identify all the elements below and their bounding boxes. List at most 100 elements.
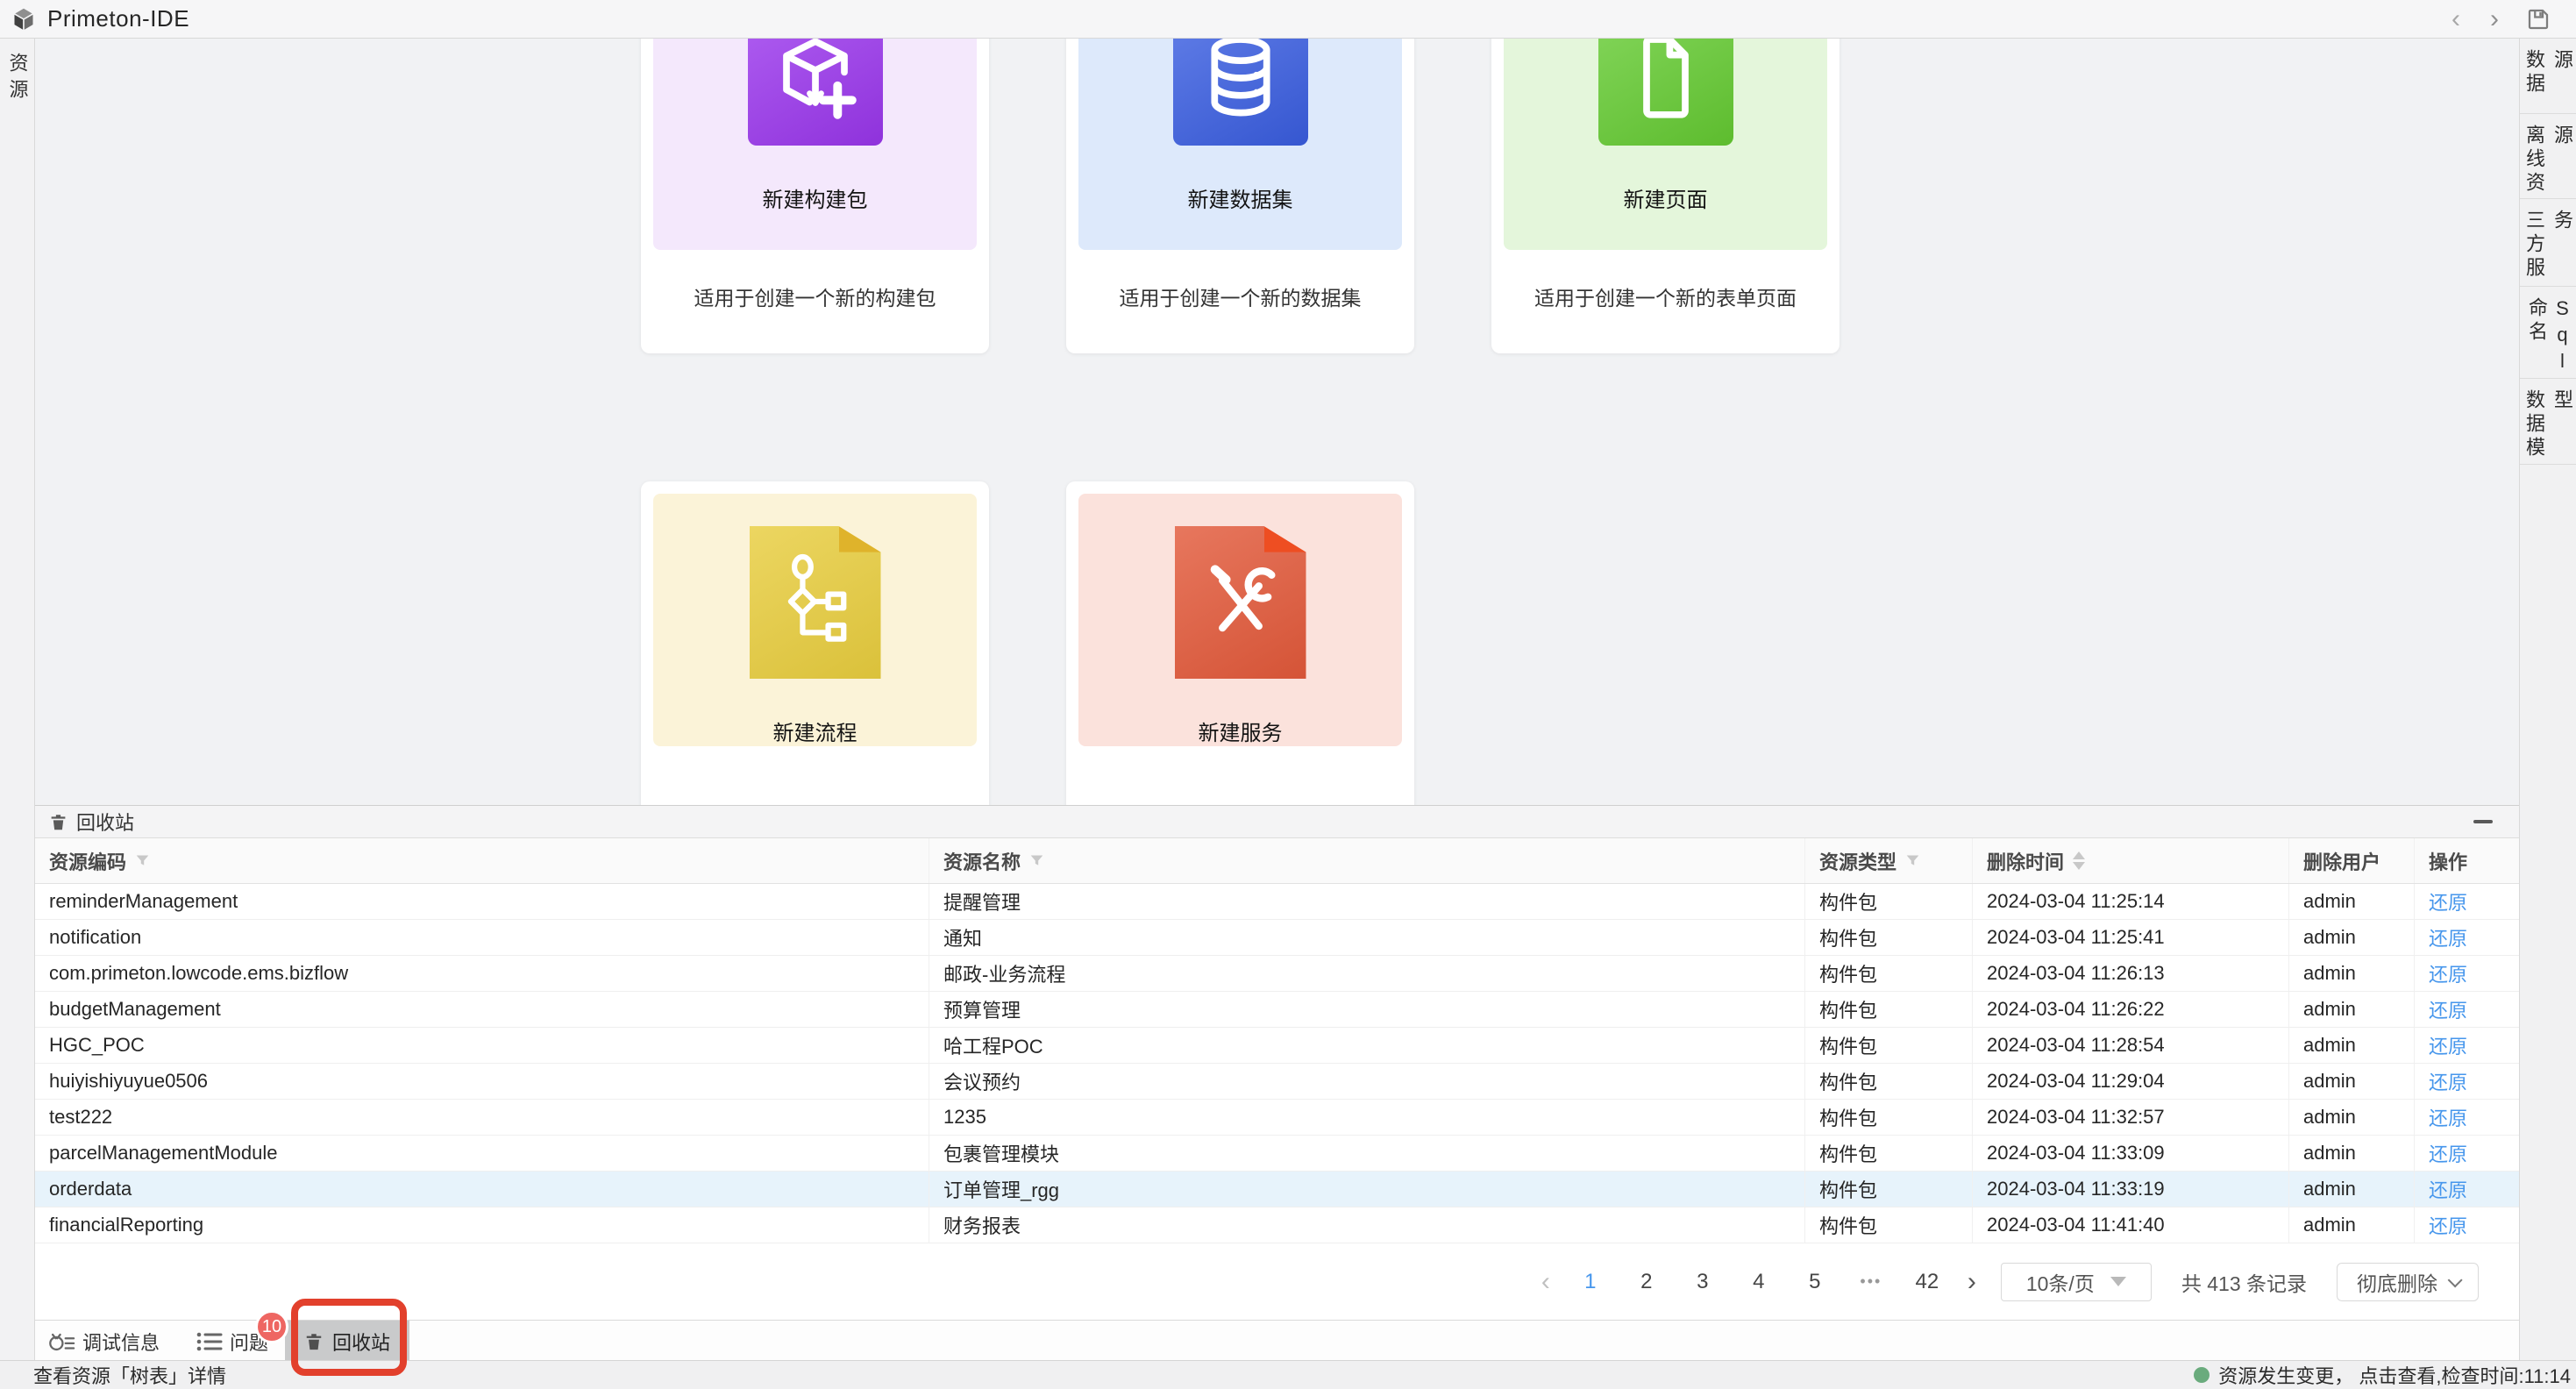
column-header-resource-code[interactable]: 资源编码 (35, 838, 929, 883)
restore-link[interactable]: 还原 (2429, 1067, 2467, 1095)
column-header-delete-time[interactable]: 删除时间 (1973, 838, 2289, 883)
cell-type: 构件包 (1805, 1136, 1973, 1171)
pagination-page-42[interactable]: 42 (1911, 1270, 1943, 1294)
sidebar-item-datasource[interactable]: 数据源 (2520, 39, 2576, 114)
pagination-ellipsis[interactable]: ••• (1855, 1272, 1887, 1291)
restore-link[interactable]: 还原 (2429, 1139, 2467, 1167)
restore-link[interactable]: 还原 (2429, 1103, 2467, 1131)
table-row[interactable]: budgetManagement 预算管理 构件包 2024-03-04 11:… (35, 992, 2519, 1028)
filter-icon[interactable] (1905, 853, 1920, 868)
sort-icon[interactable] (2073, 851, 2085, 870)
column-header-actions: 操作 (2415, 838, 2519, 883)
column-header-resource-type[interactable]: 资源类型 (1805, 838, 1973, 883)
cell-type: 构件包 (1805, 1064, 1973, 1099)
cell-type: 构件包 (1805, 884, 1973, 919)
cell-name: 提醒管理 (929, 884, 1805, 919)
bottom-toolbar: 调试信息 问题 回收站 (35, 1320, 2519, 1362)
status-green-dot-icon (2194, 1367, 2210, 1383)
sidebar-item-resources[interactable]: 资源 (4, 53, 32, 105)
cell-deleted-by: admin (2289, 992, 2415, 1027)
right-sidebar: 数据源 离线资源 三方服务 命名Sql 数据模型 (2519, 39, 2576, 1360)
card-new-page[interactable]: 新建页面 适用于创建一个新的表单页面 (1491, 39, 1839, 353)
app-window: Primeton-IDE ‹ › 资源 (0, 0, 2576, 1389)
table-row[interactable]: reminderManagement 提醒管理 构件包 2024-03-04 1… (35, 884, 2519, 920)
pagination-page-1[interactable]: 1 (1575, 1270, 1606, 1294)
cell-deleted-at: 2024-03-04 11:29:04 (1973, 1064, 2289, 1099)
pagination-page-4[interactable]: 4 (1743, 1270, 1775, 1294)
cell-code: notification (35, 920, 929, 955)
recycle-bin-panel: 回收站 资源编码 资源名称 资源类型 (35, 805, 2519, 1320)
pagination-page-2[interactable]: 2 (1631, 1270, 1662, 1294)
restore-link[interactable]: 还原 (2429, 1031, 2467, 1059)
save-icon[interactable] (2525, 6, 2551, 32)
cell-code: budgetManagement (35, 992, 929, 1027)
card-title: 新建页面 (1624, 182, 1708, 213)
app-logo-icon (11, 6, 37, 32)
restore-link[interactable]: 还原 (2429, 923, 2467, 951)
cell-code: parcelManagementModule (35, 1136, 929, 1171)
card-new-flow[interactable]: 新建流程 (641, 481, 989, 805)
filter-icon[interactable] (135, 853, 150, 868)
table-row[interactable]: financialReporting 财务报表 构件包 2024-03-04 1… (35, 1207, 2519, 1243)
pagination-page-3[interactable]: 3 (1687, 1270, 1719, 1294)
page-size-select[interactable]: 10条/页 (2001, 1263, 2152, 1301)
sidebar-item-named-sql[interactable]: 命名Sql (2520, 287, 2576, 379)
table-row[interactable]: com.primeton.lowcode.ems.bizflow 邮政-业务流程… (35, 956, 2519, 992)
cell-deleted-at: 2024-03-04 11:33:19 (1973, 1172, 2289, 1207)
debug-icon (47, 1330, 75, 1353)
restore-link[interactable]: 还原 (2429, 1175, 2467, 1203)
card-title: 新建数据集 (1188, 182, 1293, 213)
flowchart-icon (750, 526, 881, 679)
cell-deleted-at: 2024-03-04 11:26:22 (1973, 992, 2289, 1027)
recycle-bin-panel-header: 回收站 (35, 806, 2519, 838)
column-header-resource-name[interactable]: 资源名称 (929, 838, 1805, 883)
table-row[interactable]: notification 通知 构件包 2024-03-04 11:25:41 … (35, 920, 2519, 956)
card-title: 新建服务 (1199, 716, 1283, 746)
cell-name: 邮政-业务流程 (929, 956, 1805, 991)
cell-deleted-at: 2024-03-04 11:26:13 (1973, 956, 2289, 991)
filter-icon[interactable] (1029, 853, 1044, 868)
card-title: 新建流程 (773, 716, 857, 746)
navigate-back-icon[interactable]: ‹ (2448, 6, 2464, 32)
restore-link[interactable]: 还原 (2429, 1211, 2467, 1239)
card-new-service[interactable]: 新建服务 (1066, 481, 1414, 805)
cell-name: 哈工程POC (929, 1028, 1805, 1063)
problems-count-badge: 10 (255, 1310, 288, 1343)
restore-link[interactable]: 还原 (2429, 887, 2467, 915)
cell-type: 构件包 (1805, 956, 1973, 991)
restore-link[interactable]: 还原 (2429, 959, 2467, 987)
panel-title: 回收站 (76, 808, 134, 836)
tools-icon (1175, 526, 1306, 679)
cell-name: 会议预约 (929, 1064, 1805, 1099)
table-row[interactable]: huiyishiyuyue0506 会议预约 构件包 2024-03-04 11… (35, 1064, 2519, 1100)
sidebar-item-third-party-services[interactable]: 三方服务 (2520, 199, 2576, 287)
debug-info-tab[interactable]: 调试信息 (47, 1328, 160, 1356)
pagination-prev-icon[interactable]: ‹ (1541, 1269, 1550, 1295)
navigate-forward-icon[interactable]: › (2487, 6, 2502, 32)
table-row[interactable]: HGC_POC 哈工程POC 构件包 2024-03-04 11:28:54 a… (35, 1028, 2519, 1064)
card-description: 适用于创建一个新的数据集 (1078, 281, 1402, 311)
table-row-selected[interactable]: orderdata 订单管理_rgg 构件包 2024-03-04 11:33:… (35, 1172, 2519, 1207)
cell-deleted-at: 2024-03-04 11:25:14 (1973, 884, 2289, 919)
table-row[interactable]: parcelManagementModule 包裹管理模块 构件包 2024-0… (35, 1136, 2519, 1172)
recycle-bin-tab[interactable]: 回收站 (285, 1321, 409, 1362)
sidebar-item-offline-resources[interactable]: 离线资源 (2520, 114, 2576, 199)
pagination-next-icon[interactable]: › (1968, 1269, 1976, 1295)
cell-deleted-at: 2024-03-04 11:33:09 (1973, 1136, 2289, 1171)
table-row[interactable]: test222 1235 构件包 2024-03-04 11:32:57 adm… (35, 1100, 2519, 1136)
permanent-delete-button[interactable]: 彻底删除 (2337, 1263, 2479, 1301)
table-body: reminderManagement 提醒管理 构件包 2024-03-04 1… (35, 884, 2519, 1243)
restore-link[interactable]: 还原 (2429, 995, 2467, 1023)
pagination-page-5[interactable]: 5 (1799, 1270, 1831, 1294)
cell-type: 构件包 (1805, 1207, 1973, 1243)
minimize-panel-icon[interactable] (2473, 820, 2493, 823)
cell-deleted-by: admin (2289, 920, 2415, 955)
card-new-dataset[interactable]: 新建数据集 适用于创建一个新的数据集 (1066, 39, 1414, 353)
cell-deleted-by: admin (2289, 1100, 2415, 1135)
cell-code: HGC_POC (35, 1028, 929, 1063)
cell-type: 构件包 (1805, 992, 1973, 1027)
resource-change-notice[interactable]: 资源发生变更， 点击查看,检查时间:11:14 (2194, 1361, 2571, 1389)
card-new-build-package[interactable]: 新建构建包 适用于创建一个新的构建包 (641, 39, 989, 353)
sidebar-item-data-model[interactable]: 数据模型 (2520, 379, 2576, 465)
cell-type: 构件包 (1805, 920, 1973, 955)
